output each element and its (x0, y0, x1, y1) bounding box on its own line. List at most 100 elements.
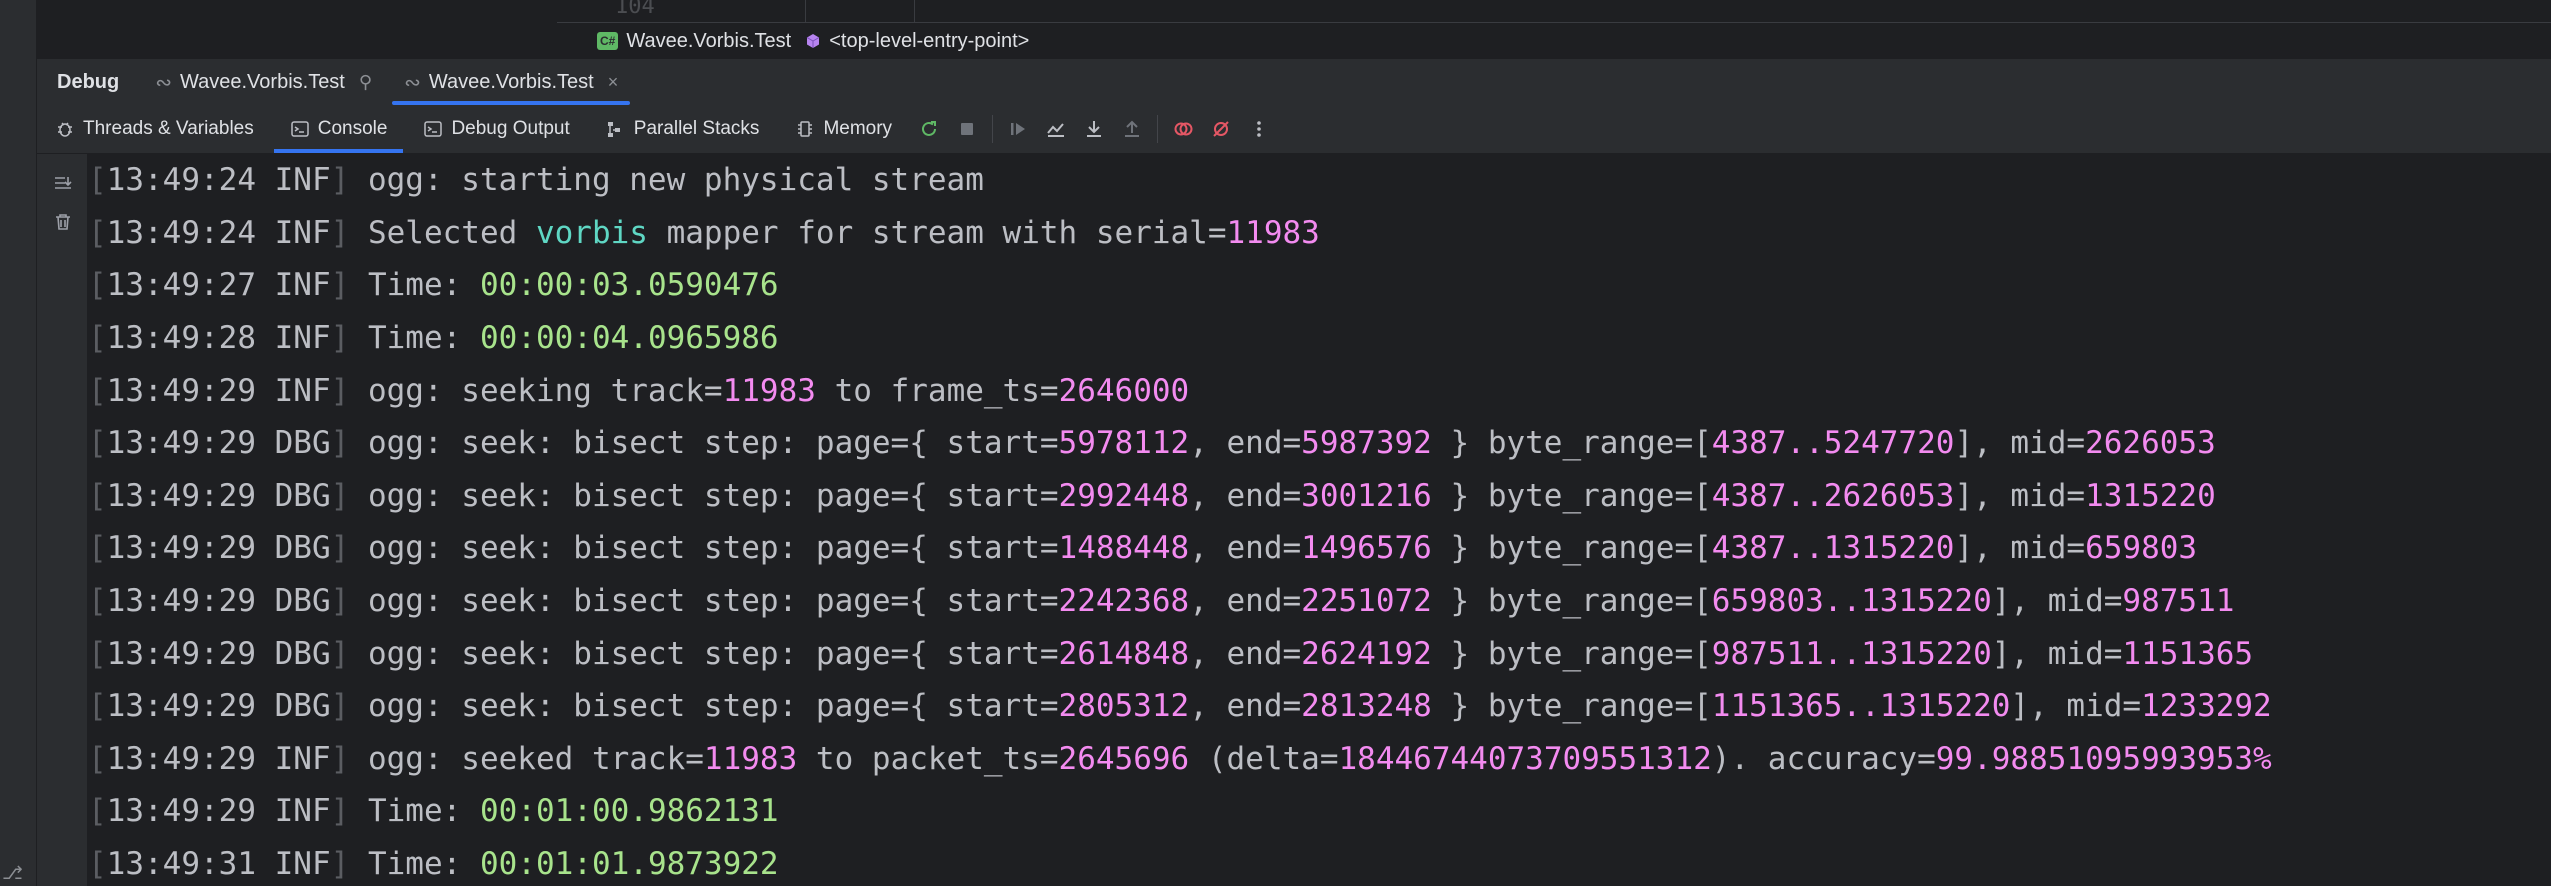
console-segment: 2992448 (1058, 477, 1190, 514)
console-gutter (37, 154, 87, 886)
cube-icon (806, 34, 820, 48)
editor-divider (557, 22, 2551, 23)
tab-label: Debug Output (451, 118, 570, 139)
breadcrumb: C# Wavee.Vorbis.Test <top-level-entry-po… (597, 26, 1029, 56)
console-segment: Time: (349, 846, 480, 883)
pin-icon[interactable]: ⚲ (359, 72, 372, 93)
console-segment: 11983 (722, 372, 816, 409)
console-segment: ] (330, 635, 350, 672)
console-segment: 659803..1315220 (1711, 583, 1992, 620)
console-segment: 00:00:03.0590476 (479, 267, 779, 304)
step-out-button[interactable] (1113, 105, 1151, 153)
console-line: [13:49:29 DBG] ogg: seek: bisect step: p… (88, 680, 2551, 733)
console-segment: Selected (349, 214, 536, 251)
debug-session-tab[interactable]: ∾ Wavee.Vorbis.Test ⚲ (139, 59, 388, 105)
close-icon[interactable]: × (608, 72, 619, 93)
resume-button[interactable] (999, 105, 1037, 153)
breadcrumb-item-file[interactable]: C# Wavee.Vorbis.Test (597, 30, 791, 53)
view-breakpoints-icon (1174, 122, 1193, 136)
debug-title: Debug (57, 70, 120, 93)
console-segment: 13:49:29 DBG (106, 583, 331, 620)
console-segment: ], mid= (1954, 477, 2086, 514)
breadcrumb-label: <top-level-entry-point> (829, 29, 1030, 52)
console-segment: 13:49:24 INF (106, 214, 331, 251)
console-segment: 11983 (1226, 214, 1320, 251)
breadcrumb-item-entry-point[interactable]: <top-level-entry-point> (805, 30, 1029, 53)
tab-debug-output[interactable]: Debug Output (405, 105, 587, 153)
console-line: [13:49:29 INF] ogg: seeking track= 11983 … (88, 364, 2551, 417)
console-segment: 659803 (2085, 530, 2198, 567)
console-segment: 4387..2626053 (1711, 477, 1955, 514)
console-segment: , end= (1189, 425, 1302, 462)
debug-session-tab-active[interactable]: ∾ Wavee.Vorbis.Test × (388, 59, 634, 105)
console-segment: 13:49:28 INF (106, 320, 331, 357)
console-segment: ], mid= (2010, 688, 2142, 725)
console-segment: 13:49:27 INF (106, 267, 331, 304)
tab-console[interactable]: Console (272, 105, 406, 153)
scroll-to-end-icon[interactable] (51, 172, 75, 196)
console-line: [13:49:24 INF] Selected vorbis mapper fo… (88, 207, 2551, 260)
stop-button[interactable] (948, 105, 986, 153)
console-segment: ] (330, 530, 350, 567)
editor-area: 104 C# Wavee.Vorbis.Test <top-level-entr… (37, 0, 2551, 59)
console-segment: ] (330, 425, 350, 462)
console-segment: [ (88, 740, 107, 777)
console-segment: 2624192 (1301, 635, 1432, 672)
console-segment: ] (330, 214, 350, 251)
step-into-button[interactable] (1075, 105, 1113, 153)
console-segment: ] (330, 846, 350, 883)
tab-threads-variables[interactable]: Threads & Variables (37, 105, 272, 153)
tab-label: Console (317, 118, 388, 139)
tab-parallel-stacks[interactable]: Parallel Stacks (588, 105, 778, 153)
step-over-button[interactable] (1037, 105, 1075, 153)
console-segment: 99.98851095993953% (1935, 740, 2272, 777)
session-icon: ∾ (404, 71, 421, 94)
rerun-icon (922, 121, 937, 136)
console-segment: } byte_range=[ (1431, 530, 1712, 567)
console-segment: 4387..1315220 (1711, 530, 1955, 567)
console-segment: , end= (1189, 477, 1302, 514)
more-button[interactable] (1240, 105, 1278, 153)
toolbar-separator (1157, 115, 1159, 143)
trash-icon[interactable] (51, 210, 75, 234)
view-breakpoints-button[interactable] (1164, 105, 1202, 153)
console-segment: 987511 (2122, 583, 2235, 620)
console-segment: 13:49:29 INF (106, 372, 331, 409)
tab-label: Parallel Stacks (633, 118, 760, 139)
console-segment: ogg: seek: bisect step: page={ start= (349, 530, 1059, 567)
tab-memory[interactable]: Memory (777, 105, 910, 153)
console-segment: 13:49:29 DBG (106, 688, 331, 725)
console-segment: 5978112 (1058, 425, 1190, 462)
console-segment: 1496576 (1301, 530, 1432, 567)
console-segment: 2646000 (1058, 372, 1190, 409)
git-branch-icon[interactable]: ⎇ (2, 863, 23, 884)
console-segment: 13:49:29 DBG (106, 635, 331, 672)
debug-session-bar: Debug ∾ Wavee.Vorbis.Test ⚲ ∾ Wavee.Vorb… (37, 59, 2551, 105)
console-segment: 2813248 (1301, 688, 1432, 725)
mute-breakpoints-button[interactable] (1202, 105, 1240, 153)
console-segment: , end= (1189, 583, 1302, 620)
line-number: 104 (615, 0, 655, 19)
console-segment: ] (330, 162, 350, 199)
tab-label: Memory (823, 118, 893, 139)
console-segment: , end= (1189, 688, 1302, 725)
console-segment: , end= (1189, 530, 1302, 567)
console-icon (424, 121, 443, 137)
console-segment: 2614848 (1058, 635, 1190, 672)
console-line: [13:49:29 DBG] ogg: seek: bisect step: p… (88, 522, 2551, 575)
console-segment: to frame_ts= (815, 372, 1059, 409)
console-segment: 1151365 (2122, 635, 2254, 672)
console-segment: 18446744073709551312 (1338, 740, 1712, 777)
console-segment: ] (330, 477, 350, 514)
rerun-button[interactable] (910, 105, 948, 153)
console-segment: ogg: seeking track= (349, 372, 723, 409)
console-icon (290, 121, 309, 137)
mute-breakpoints-icon (1213, 121, 1229, 137)
console-segment: ogg: seek: bisect step: page={ start= (349, 583, 1059, 620)
console-segment: ] (330, 320, 350, 357)
console-segment: [ (88, 214, 107, 251)
console-line: [13:49:29 INF] ogg: seeked track= 11983 t… (88, 733, 2551, 786)
session-icon: ∾ (155, 71, 172, 94)
console-output[interactable]: [13:49:24 INF] ogg: starting new physica… (88, 154, 2551, 886)
csharp-file-icon: C# (597, 32, 619, 50)
